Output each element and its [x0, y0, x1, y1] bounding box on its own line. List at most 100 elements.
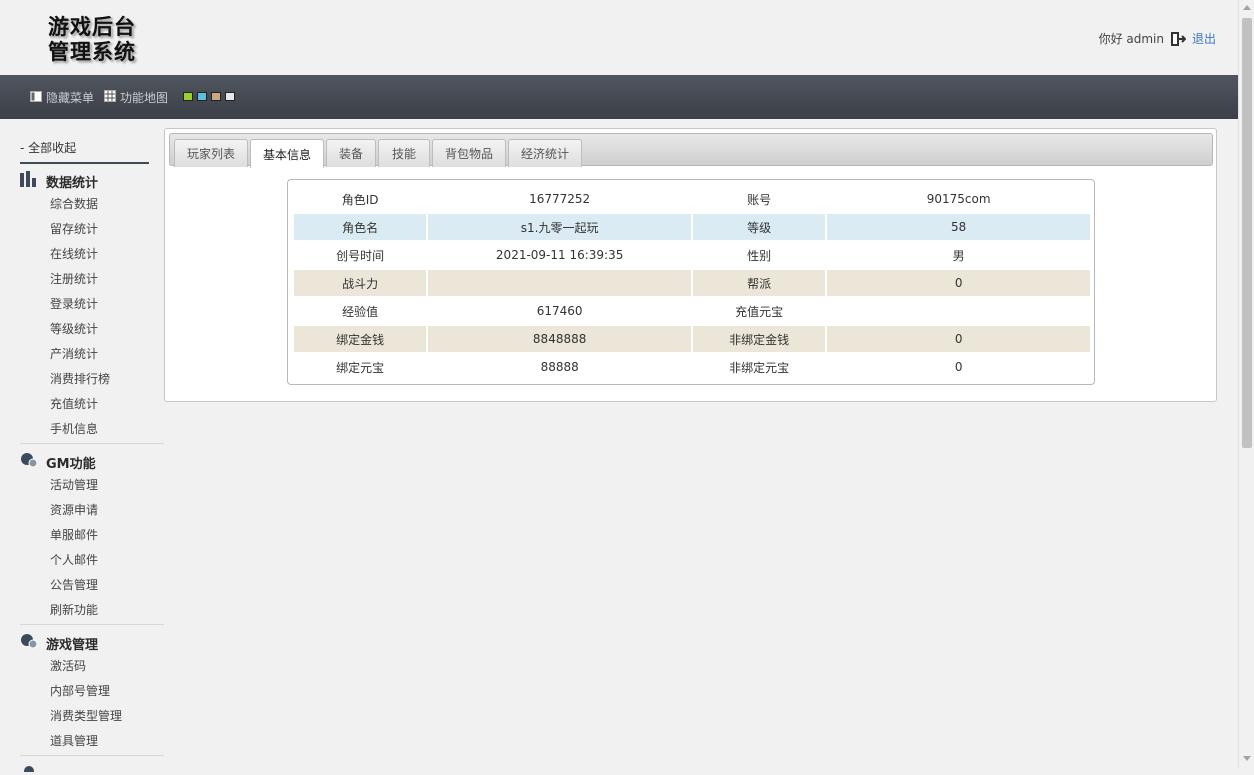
sidebar-item[interactable]: 登录统计: [50, 295, 98, 312]
theme-swatches: [183, 92, 235, 101]
sidebar-item[interactable]: 手机信息: [50, 420, 98, 437]
field-value: 8848888: [428, 326, 691, 352]
table-row: 战斗力 帮派 0: [294, 270, 1090, 296]
sidebar-divider: [20, 443, 164, 444]
hide-menu-label: 隐藏菜单: [46, 91, 95, 105]
sidebar-item[interactable]: 内部号管理: [50, 682, 110, 699]
greeting-text: 你好 admin: [1098, 32, 1164, 46]
sidebar-divider: [20, 755, 164, 756]
table-row: 经验值 617460 充值元宝: [294, 298, 1090, 324]
tab-bar: 玩家列表 基本信息 装备 技能 背包物品 经济统计: [169, 133, 1213, 168]
tab-skills[interactable]: 技能: [378, 139, 430, 167]
sidebar-item[interactable]: 道具管理: [50, 732, 98, 749]
field-label: 绑定元宝: [336, 360, 385, 375]
group-title-label: GM功能: [46, 456, 96, 472]
gear-bubble-icon: [20, 452, 38, 472]
field-label: 非绑定金钱: [692, 326, 826, 352]
sidebar-item[interactable]: 等级统计: [50, 320, 98, 337]
sidebar-item[interactable]: 综合数据: [50, 195, 98, 212]
field-label: 角色ID: [341, 192, 379, 207]
field-value: 男: [952, 248, 965, 263]
sidebar-item[interactable]: 留存统计: [50, 220, 98, 237]
sidebar-item[interactable]: 消费排行榜: [50, 370, 110, 387]
header: 游戏后台 管理系统 你好 admin 退出: [0, 0, 1238, 75]
sidebar-item[interactable]: 充值统计: [50, 395, 98, 412]
theme-swatch-green[interactable]: [183, 92, 193, 101]
group-game-management[interactable]: 游戏管理: [20, 633, 98, 653]
gear-bubble-icon: [20, 633, 38, 653]
main-panel: 玩家列表 基本信息 装备 技能 背包物品 经济统计 角色ID 16777252 …: [164, 128, 1217, 402]
grid-icon: [104, 90, 116, 105]
tab-basic-info[interactable]: 基本信息: [250, 139, 324, 168]
scroll-up-arrow-icon[interactable]: [1243, 5, 1251, 10]
theme-swatch-gray[interactable]: [225, 92, 235, 101]
sidebar-item[interactable]: 刷新功能: [50, 601, 98, 618]
sidebar-item[interactable]: 激活码: [50, 657, 86, 674]
collapse-all-button[interactable]: - 全部收起: [20, 139, 149, 164]
sidebar-divider: [20, 624, 164, 625]
field-value: 88888: [540, 360, 579, 374]
field-label: 经验值: [342, 304, 379, 319]
field-label: 创号时间: [336, 248, 385, 263]
field-label: 等级: [692, 214, 826, 240]
field-value: [827, 298, 1090, 324]
group-title-label: 游戏管理: [46, 637, 99, 653]
field-value: 90175com: [926, 192, 991, 206]
player-info-table: 角色ID 16777252 账号 90175com 角色名 s1.九零一起玩 等…: [292, 184, 1092, 382]
sidebar-item[interactable]: 注册统计: [50, 270, 98, 287]
hide-menu-icon: [30, 90, 42, 105]
hide-menu-button[interactable]: 隐藏菜单: [30, 89, 94, 106]
sidebar-item[interactable]: 消费类型管理: [50, 707, 122, 724]
field-label: 账号: [747, 192, 772, 207]
field-label: 帮派: [692, 270, 826, 296]
vertical-scrollbar[interactable]: [1238, 0, 1254, 768]
group-title-label: 数据统计: [46, 175, 99, 191]
field-label: 性别: [747, 248, 772, 263]
sidebar-item[interactable]: 单服邮件: [50, 526, 98, 543]
field-value: s1.九零一起玩: [428, 214, 691, 240]
field-value: 0: [954, 360, 963, 374]
function-map-label: 功能地图: [120, 91, 169, 105]
field-label: 充值元宝: [735, 304, 784, 319]
table-row: 角色名 s1.九零一起玩 等级 58: [294, 214, 1090, 240]
table-row: 绑定金钱 8848888 非绑定金钱 0: [294, 326, 1090, 352]
theme-swatch-brown[interactable]: [211, 92, 221, 101]
function-map-button[interactable]: 功能地图: [104, 89, 168, 106]
field-value: [428, 270, 691, 296]
sidebar-item[interactable]: 公告管理: [50, 576, 98, 593]
sidebar-item[interactable]: 个人邮件: [50, 551, 98, 568]
table-row: 创号时间 2021-09-11 16:39:35 性别 男: [294, 242, 1090, 268]
tab-player-list[interactable]: 玩家列表: [174, 139, 248, 167]
tab-equipment[interactable]: 装备: [326, 139, 376, 167]
bar-chart-icon: [20, 171, 38, 191]
theme-swatch-blue[interactable]: [197, 92, 207, 101]
logo-line2: 管理系统: [48, 39, 136, 64]
sidebar-item[interactable]: 活动管理: [50, 476, 98, 493]
table-row: 绑定元宝 88888 非绑定元宝 0: [294, 354, 1090, 380]
user-box: 你好 admin 退出: [1099, 30, 1216, 47]
player-info-box: 角色ID 16777252 账号 90175com 角色名 s1.九零一起玩 等…: [287, 179, 1095, 385]
field-label: 战斗力: [294, 270, 427, 296]
user-icon: [22, 761, 36, 775]
sidebar: - 全部收起 数据统计 综合数据 留存统计 在线统计 注册统计 登录统计 等级统…: [0, 119, 165, 775]
logout-link[interactable]: 退出: [1192, 30, 1216, 47]
field-value: 58: [827, 214, 1090, 240]
group-data-stats[interactable]: 数据统计: [20, 171, 98, 191]
sidebar-item[interactable]: 产消统计: [50, 345, 98, 362]
group-gm[interactable]: GM功能: [20, 452, 96, 472]
tab-inventory[interactable]: 背包物品: [432, 139, 506, 167]
table-row: 角色ID 16777252 账号 90175com: [294, 186, 1090, 212]
field-value: 617460: [536, 304, 583, 318]
field-value: 2021-09-11 16:39:35: [495, 248, 624, 262]
field-value: 16777252: [529, 192, 591, 206]
sidebar-item[interactable]: 在线统计: [50, 245, 98, 262]
logout-icon[interactable]: [1170, 31, 1187, 47]
scroll-down-arrow-icon[interactable]: [1243, 756, 1251, 761]
sidebar-item[interactable]: 资源申请: [50, 501, 98, 518]
field-label: 绑定金钱: [294, 326, 427, 352]
tab-economy-stats[interactable]: 经济统计: [508, 139, 582, 167]
scroll-thumb[interactable]: [1242, 18, 1252, 448]
field-value: 0: [827, 270, 1090, 296]
field-label: 角色名: [294, 214, 427, 240]
field-value: 0: [827, 326, 1090, 352]
